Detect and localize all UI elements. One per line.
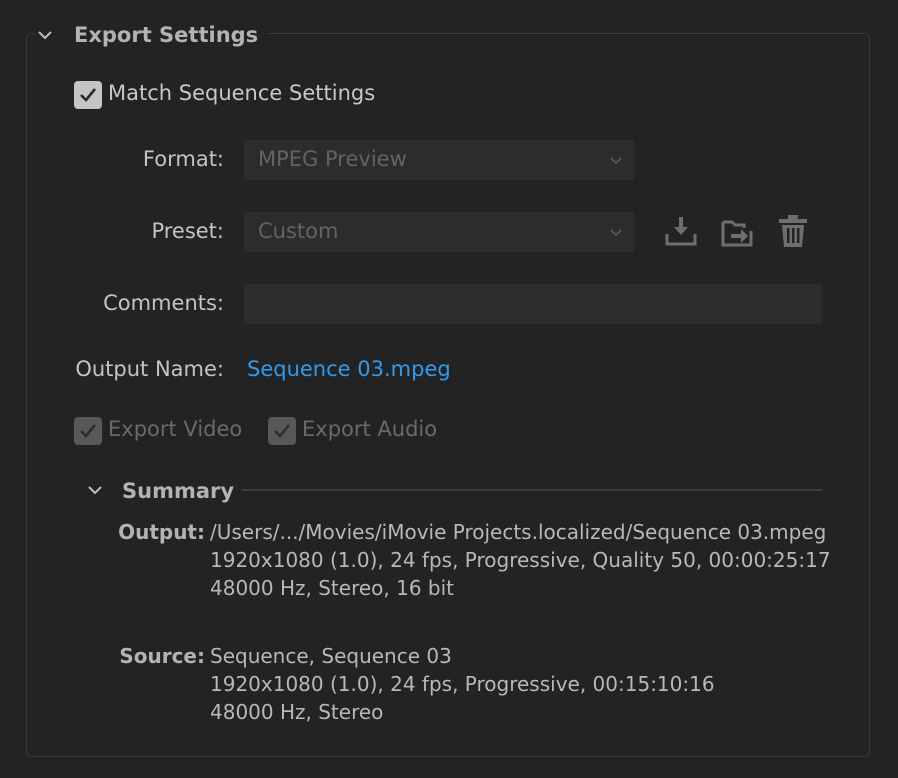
summary-title: Summary — [122, 479, 235, 503]
export-audio-label[interactable]: Export Audio — [302, 417, 437, 441]
summary-source-line: 48000 Hz, Stereo — [210, 700, 384, 724]
chevron-down-icon — [610, 157, 622, 165]
summary-output-line: 1920x1080 (1.0), 24 fps, Progressive, Qu… — [210, 548, 831, 572]
match-sequence-label[interactable]: Match Sequence Settings — [108, 81, 375, 105]
summary-source-line: 1920x1080 (1.0), 24 fps, Progressive, 00… — [210, 672, 715, 696]
output-name-label: Output Name: — [75, 357, 224, 381]
summary-source-line: Sequence, Sequence 03 — [210, 644, 452, 668]
format-label: Format: — [142, 147, 224, 171]
chevron-down-icon — [610, 229, 622, 237]
export-settings-header[interactable]: Export Settings — [34, 18, 269, 52]
preset-value: Custom — [258, 219, 339, 243]
export-video-label[interactable]: Export Video — [108, 417, 242, 441]
checkmark-icon — [80, 88, 97, 102]
summary-divider — [242, 489, 822, 491]
comments-input[interactable] — [244, 284, 822, 324]
export-video-checkbox[interactable] — [74, 417, 102, 445]
summary-output-key: Output: — [118, 520, 205, 544]
preset-label: Preset: — [151, 219, 224, 243]
trash-icon[interactable] — [776, 213, 810, 247]
summary-output-line: /Users/.../Movies/iMovie Projects.locali… — [210, 520, 827, 544]
checkmark-icon — [274, 424, 291, 438]
summary-source-key: Source: — [119, 644, 205, 668]
preset-dropdown[interactable]: Custom — [244, 212, 634, 252]
chevron-down-icon[interactable] — [84, 479, 106, 501]
summary-output-line: 48000 Hz, Stereo, 16 bit — [210, 576, 455, 600]
format-value: MPEG Preview — [258, 147, 407, 171]
import-preset-icon[interactable] — [720, 214, 754, 248]
match-sequence-checkbox[interactable] — [74, 81, 102, 109]
format-dropdown[interactable]: MPEG Preview — [244, 140, 634, 180]
comments-label: Comments: — [103, 291, 224, 315]
chevron-down-icon[interactable] — [34, 24, 56, 46]
save-preset-icon[interactable] — [664, 214, 698, 248]
checkmark-icon — [80, 424, 97, 438]
section-title: Export Settings — [74, 23, 259, 47]
export-audio-checkbox[interactable] — [268, 417, 296, 445]
output-name-link[interactable]: Sequence 03.mpeg — [247, 357, 451, 381]
